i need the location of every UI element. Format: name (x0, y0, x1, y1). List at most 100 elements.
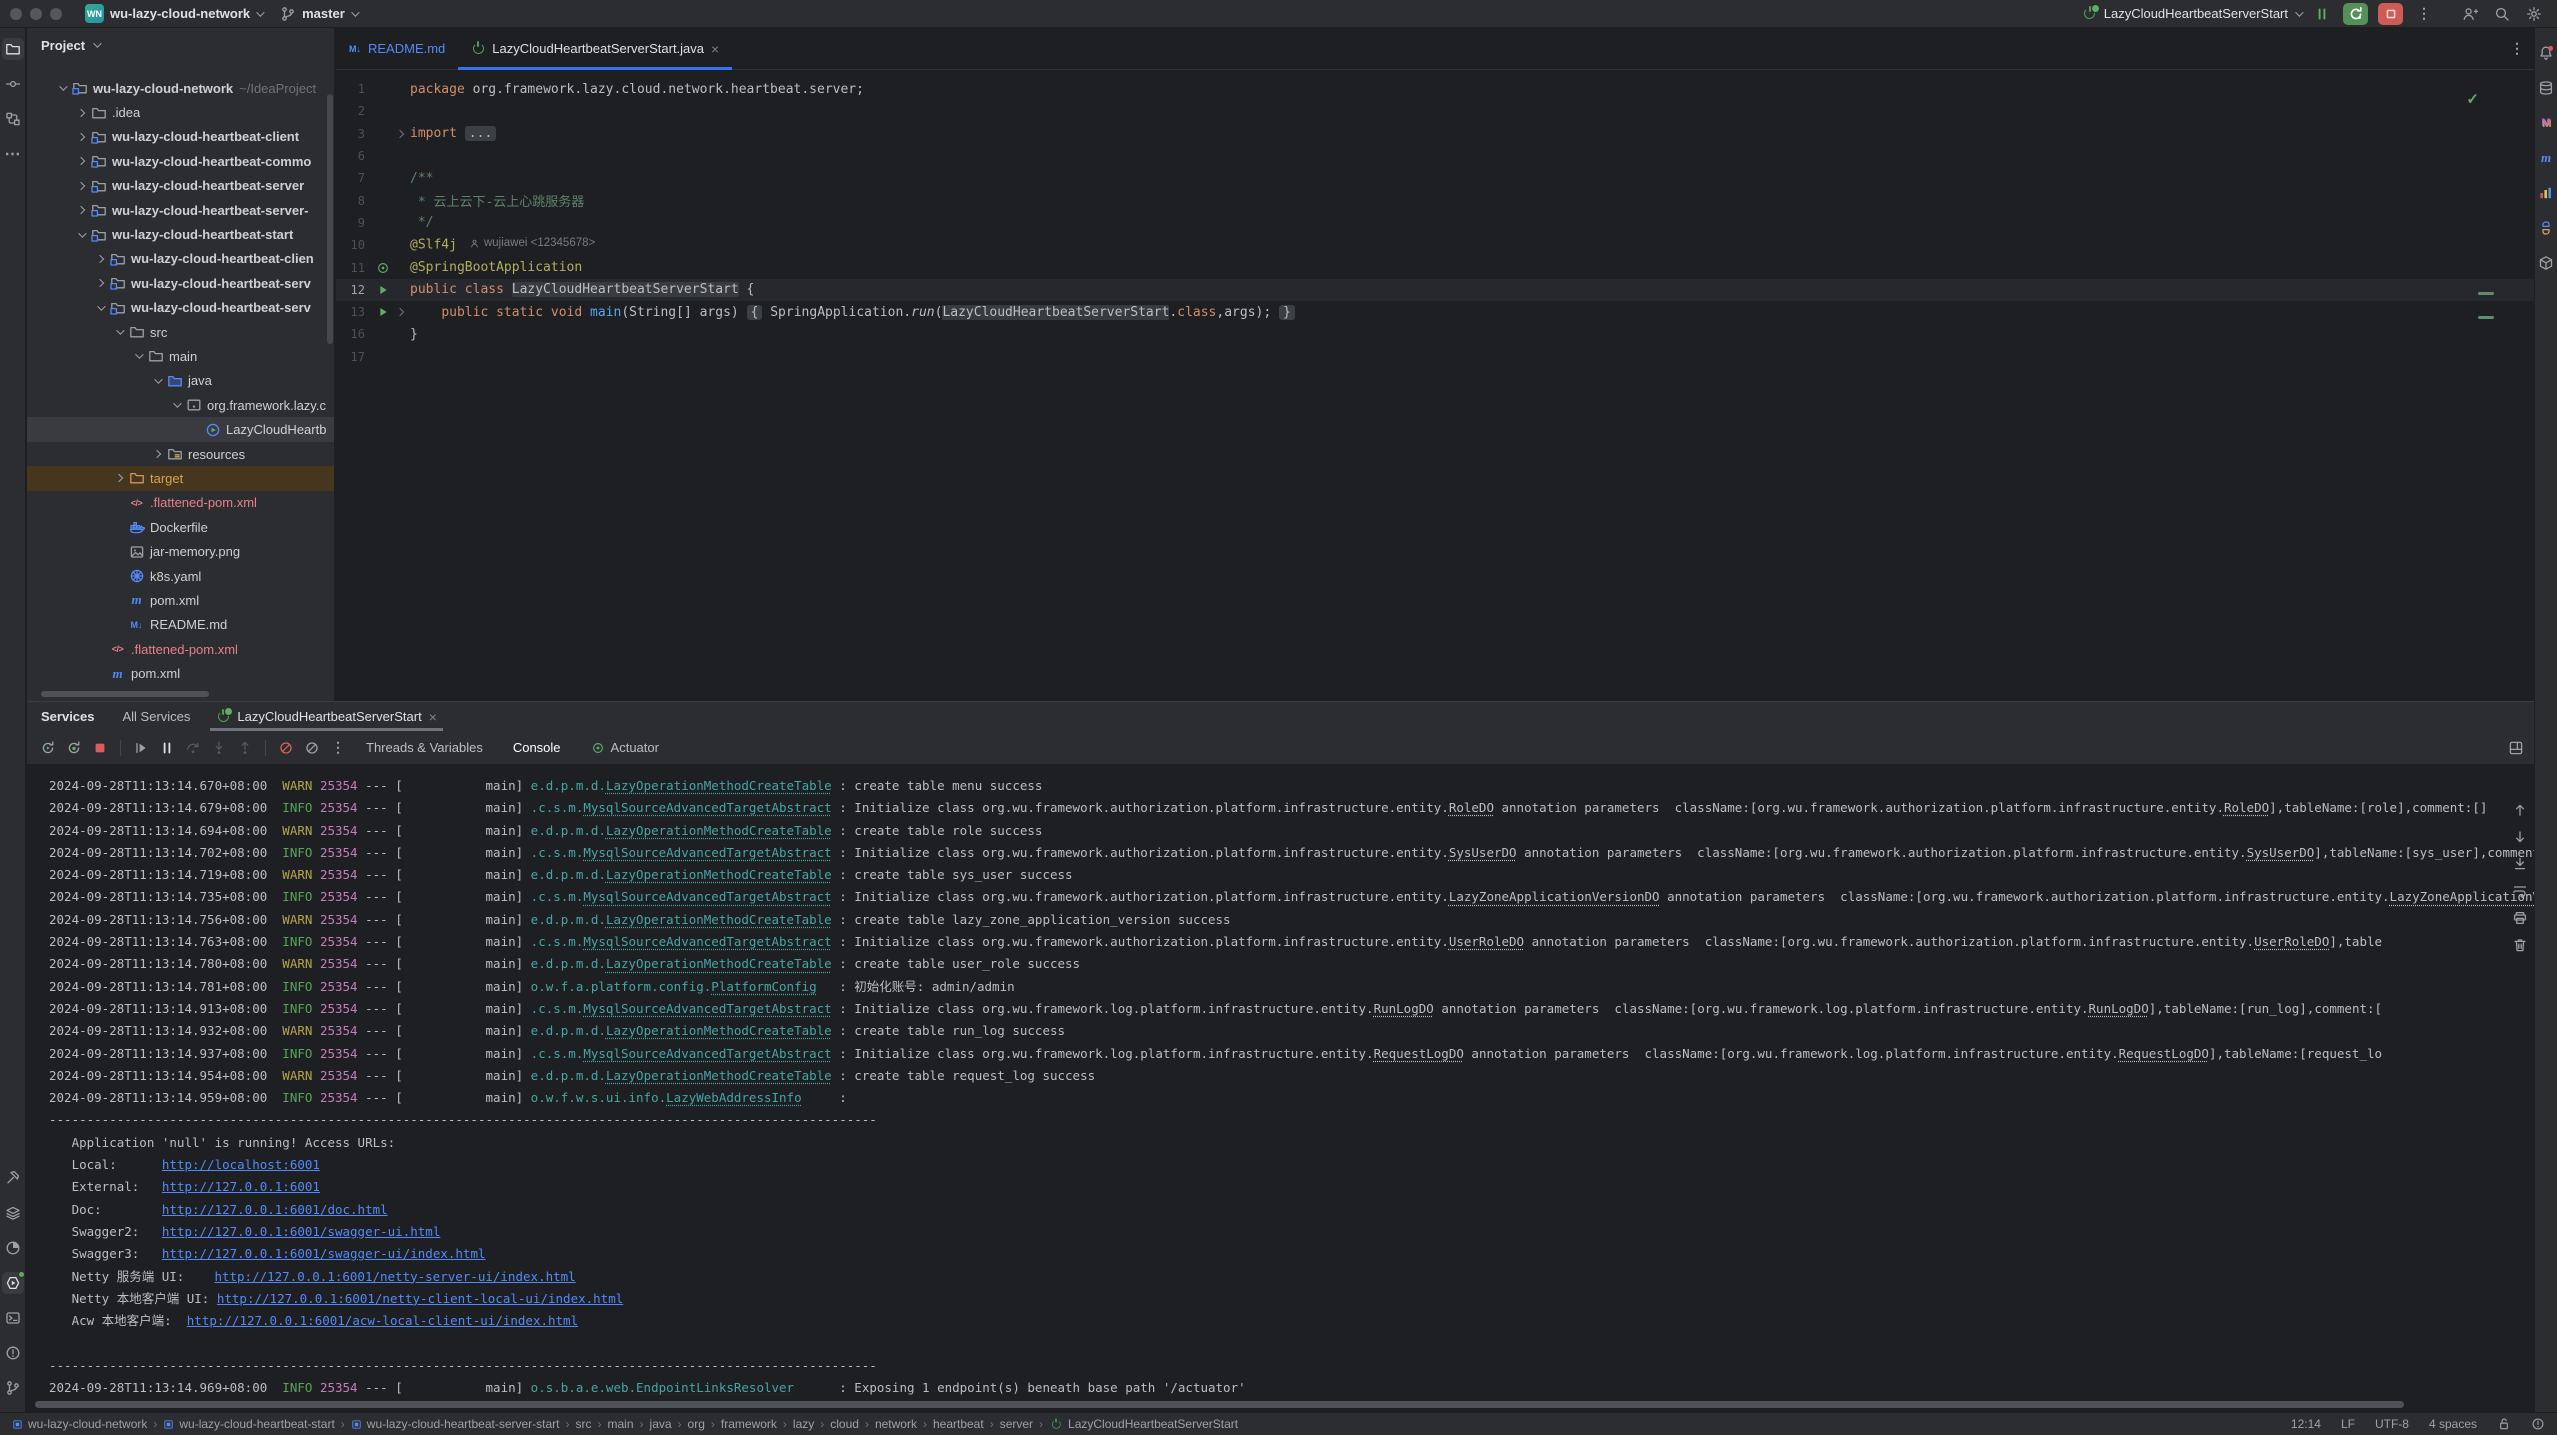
inspections-ok-icon[interactable]: ✓ (2466, 90, 2479, 108)
tree-item-k8s-yaml[interactable]: k8s.yaml (27, 564, 334, 588)
tree-item-dockerfile[interactable]: Dockerfile (27, 515, 334, 539)
service-run-tab[interactable]: LazyCloudHeartbeatServerStart × (204, 702, 448, 731)
pause-button[interactable] (2311, 3, 2333, 25)
services-hex-icon[interactable] (2, 1272, 24, 1294)
console-link[interactable]: http://127.0.0.1:6001/acw-local-client-u… (187, 1313, 578, 1328)
chevron-right-icon[interactable] (72, 110, 89, 116)
maven-icon[interactable]: m (2535, 147, 2557, 169)
run-console[interactable]: 2024-09-28T11:13:14.670+08:00 WARN 25354… (27, 766, 2534, 1395)
commit-icon[interactable] (2, 73, 24, 95)
tree-item-wu-lazy-cloud-heartbeat-serv[interactable]: wu-lazy-cloud-heartbeat-serv (27, 296, 334, 320)
chevron-right-icon[interactable] (72, 158, 89, 164)
console-logger-link[interactable]: EndpointLinksResolver (636, 1380, 794, 1395)
soft-wrap-icon[interactable] (2512, 883, 2528, 899)
tree-item-wu-lazy-cloud-heartbeat-clien[interactable]: wu-lazy-cloud-heartbeat-clien (27, 247, 334, 271)
rerun-debug-icon[interactable] (61, 736, 87, 760)
resume-icon[interactable] (128, 736, 154, 760)
tree-item-target[interactable]: target (27, 466, 334, 490)
close-icon[interactable]: × (429, 710, 437, 724)
step-into-icon[interactable] (206, 736, 232, 760)
chevron-down-icon[interactable] (110, 329, 127, 335)
arrow-down-icon[interactable] (2512, 829, 2528, 845)
console-logger-link[interactable]: MysqlSourceAdvancedTargetAbstract (583, 845, 831, 860)
tree-item-wu-lazy-cloud-heartbeat-server-[interactable]: wu-lazy-cloud-heartbeat-server- (27, 198, 334, 222)
chevron-right-icon[interactable] (72, 134, 89, 140)
chart-icon[interactable] (2535, 182, 2557, 204)
tree-item-readme-md[interactable]: M↓README.md (27, 613, 334, 637)
console-logger-link[interactable]: MysqlSourceAdvancedTargetAbstract (583, 934, 831, 949)
search-icon[interactable] (2491, 3, 2513, 25)
breadcrumb-item[interactable]: src (576, 1417, 592, 1431)
console-logger-link[interactable]: LazyOperationMethodCreateTable (606, 778, 832, 793)
console-logger-link[interactable]: LazyOperationMethodCreateTable (606, 912, 832, 927)
tree-vertical-scrollbar[interactable] (327, 94, 333, 344)
close-window-button[interactable] (10, 8, 22, 20)
console-link[interactable]: http://127.0.0.1:6001/swagger-ui.html (162, 1224, 440, 1239)
tree-item-wu-lazy-cloud-heartbeat-client[interactable]: wu-lazy-cloud-heartbeat-client (27, 125, 334, 149)
fold-chevron-icon[interactable] (392, 309, 408, 315)
indent-setting[interactable]: 4 spaces (2429, 1417, 2477, 1431)
tree-item-lazycloudheartb[interactable]: LazyCloudHeartb (27, 417, 334, 441)
notifications-bell-icon[interactable] (2535, 42, 2557, 64)
close-icon[interactable]: × (711, 42, 719, 56)
chevron-down-icon[interactable] (129, 353, 146, 359)
tree-item-pom-xml[interactable]: mpom.xml (27, 661, 334, 685)
build-hammer-icon[interactable] (2, 1167, 24, 1189)
chevron-right-icon[interactable] (72, 207, 89, 213)
tab-readme-md[interactable]: M↓README.md (336, 28, 458, 69)
mybatisx-icon[interactable]: M (2535, 112, 2557, 134)
no-breakpoints-icon[interactable] (299, 736, 325, 760)
tree-item-src[interactable]: src (27, 320, 334, 344)
arrow-up-icon[interactable] (2512, 802, 2528, 818)
window-controls[interactable] (10, 8, 62, 20)
step-over-icon[interactable] (180, 736, 206, 760)
console-link[interactable]: http://127.0.0.1:6001 (162, 1179, 320, 1194)
scroll-end-icon[interactable] (2512, 856, 2528, 872)
console-horizontal-scrollbar[interactable] (35, 1401, 2404, 1408)
file-encoding[interactable]: UTF-8 (2375, 1417, 2409, 1431)
console-logger-link[interactable]: LazyOperationMethodCreateTable (606, 1068, 832, 1083)
console-logger-link[interactable]: LazyOperationMethodCreateTable (606, 1023, 832, 1038)
spring-bean-icon[interactable] (374, 261, 392, 275)
project-widget[interactable]: WN wu-lazy-cloud-network (76, 3, 271, 25)
run-configuration-selector[interactable]: LazyCloudHeartbeatServerStart (2083, 6, 2301, 21)
tree-item-org-framework-lazy-c[interactable]: org.framework.lazy.c (27, 393, 334, 417)
line-separator[interactable]: LF (2341, 1417, 2355, 1431)
mute-breakpoints-icon[interactable] (273, 736, 299, 760)
chevron-down-icon[interactable] (72, 232, 89, 238)
chevron-down-icon[interactable] (167, 402, 184, 408)
stop-icon[interactable] (87, 736, 113, 760)
pause-icon[interactable] (154, 736, 180, 760)
tree-item-main[interactable]: main (27, 344, 334, 368)
dependencies-cube-icon[interactable] (2535, 252, 2557, 274)
breadcrumb-item[interactable]: java (650, 1417, 672, 1431)
breadcrumb-item[interactable]: main (608, 1417, 634, 1431)
tree-item--flattened-pom-xml[interactable]: </>.flattened-pom.xml (27, 491, 334, 515)
services-title[interactable]: Services (27, 709, 109, 724)
more-actions-icon[interactable]: ⋮ (2413, 3, 2435, 25)
rerun-icon[interactable] (35, 736, 61, 760)
tree-item-wu-lazy-cloud-heartbeat-start[interactable]: wu-lazy-cloud-heartbeat-start (27, 222, 334, 246)
layers-icon[interactable] (2, 1202, 24, 1224)
console-link[interactable]: http://localhost:6001 (162, 1157, 320, 1172)
chevron-down-icon[interactable] (53, 85, 70, 91)
console-link[interactable]: http://127.0.0.1:6001/netty-client-local… (217, 1291, 623, 1306)
cursor-position[interactable]: 12:14 (2291, 1417, 2321, 1431)
project-view-selector[interactable]: Project (27, 28, 334, 62)
console-logger-link[interactable]: LazyOperationMethodCreateTable (606, 823, 832, 838)
project-folder-icon[interactable] (2, 38, 24, 60)
console-logger-link[interactable]: MysqlSourceAdvancedTargetAbstract (583, 1046, 831, 1061)
tree-item-jar-memory-png[interactable]: jar-memory.png (27, 539, 334, 563)
breadcrumb-item[interactable]: server (1000, 1417, 1033, 1431)
breadcrumb-item[interactable]: wu-lazy-cloud-heartbeat-start (163, 1417, 334, 1431)
gear-icon[interactable] (2523, 3, 2545, 25)
breadcrumb-item[interactable]: heartbeat (933, 1417, 984, 1431)
console-logger-link[interactable]: MysqlSourceAdvancedTargetAbstract (583, 800, 831, 815)
profiler-pie-icon[interactable] (2, 1237, 24, 1259)
database-icon[interactable] (2535, 77, 2557, 99)
console-link[interactable]: http://127.0.0.1:6001/doc.html (162, 1202, 388, 1217)
tree-item-wu-lazy-cloud-heartbeat-server[interactable]: wu-lazy-cloud-heartbeat-server (27, 174, 334, 198)
console-tab-console[interactable]: Console (498, 740, 576, 755)
rerun-button[interactable] (2343, 3, 2368, 25)
fold-chevron-icon[interactable] (392, 131, 408, 137)
